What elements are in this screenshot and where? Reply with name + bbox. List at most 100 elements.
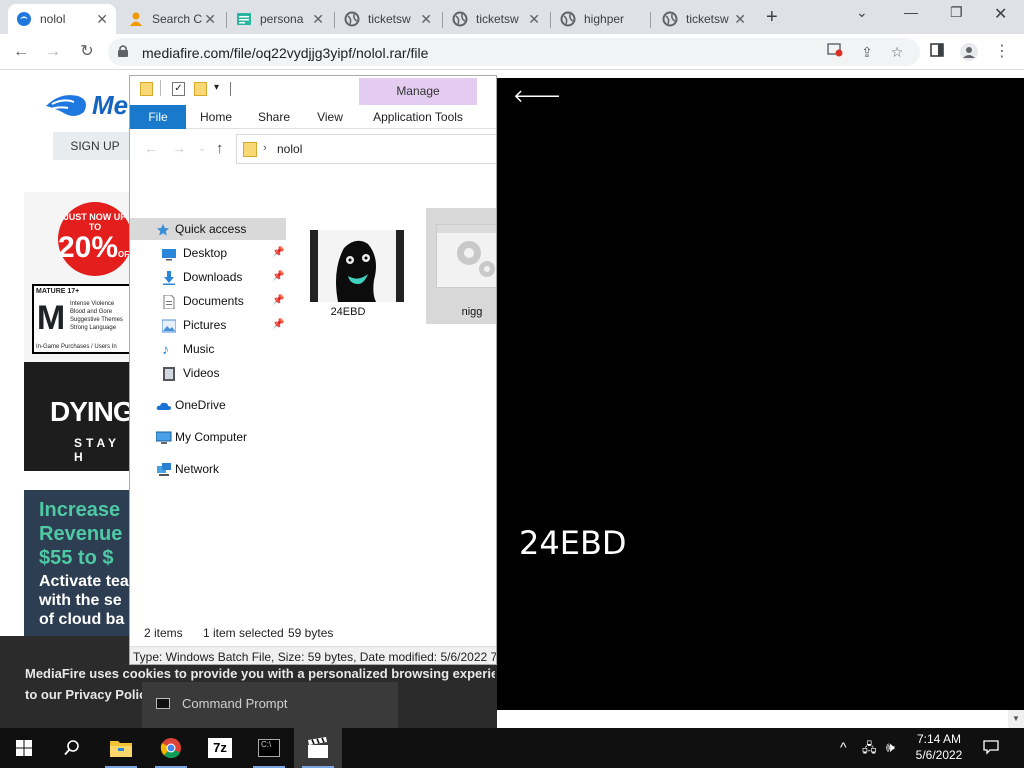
file-explorer-window[interactable]: ✓ ▾ Manage File Home Share View Applicat…	[129, 75, 497, 665]
browser-tab-tickets-3[interactable]: ticketsw ✕	[654, 4, 754, 34]
nav-item-downloads[interactable]: Downloads 📌	[130, 266, 286, 288]
status-selected-count: 1 item selected	[203, 626, 284, 640]
bookmark-star-icon[interactable]: ☆	[888, 43, 906, 61]
close-tab-icon[interactable]: ✕	[312, 11, 324, 28]
ribbon-tab-file[interactable]: File	[130, 105, 186, 129]
mediafire-logo[interactable]: Me	[44, 90, 134, 124]
pin-icon[interactable]: 📌	[272, 290, 284, 312]
ribbon-tab-share[interactable]: Share	[250, 105, 298, 129]
close-window-button[interactable]: ✕	[994, 4, 1007, 24]
taskbar-thumbnail-command-prompt[interactable]: Command Prompt	[142, 682, 398, 728]
preview-file-title: 24EBD	[519, 524, 627, 562]
game-advertisement[interactable]: JUST NOW UP TO 20%OFF MATURE 17+ M Inten…	[24, 192, 134, 471]
7zip-icon: 7z	[208, 738, 232, 758]
folder-icon[interactable]	[140, 82, 153, 96]
signup-button[interactable]: SIGN UP	[53, 132, 137, 160]
blocked-popup-icon[interactable]	[826, 43, 844, 61]
browser-tab-tickets-1[interactable]: ticketsw ✕	[336, 4, 440, 34]
profile-avatar-icon[interactable]	[960, 43, 978, 61]
minimize-button[interactable]: —	[904, 4, 918, 20]
nav-item-desktop[interactable]: Desktop 📌	[130, 242, 286, 264]
explorer-back-icon[interactable]: ←	[144, 140, 158, 156]
up-arrow-icon[interactable]: ↑	[216, 140, 224, 157]
network-tray-icon[interactable]: 🖧	[862, 739, 877, 761]
pin-icon[interactable]: 📌	[272, 314, 284, 336]
back-button[interactable]: ←	[10, 41, 32, 63]
close-tab-icon[interactable]: ✕	[420, 11, 432, 28]
browser-tab-nolol[interactable]: nolol ✕	[8, 4, 116, 34]
taskbar-clock[interactable]: 7:14 AM 5/6/2022	[906, 731, 972, 763]
ribbon-tab-home[interactable]: Home	[192, 105, 240, 129]
share-icon[interactable]: ⇪	[858, 43, 876, 61]
nav-item-my-computer[interactable]: My Computer	[130, 426, 286, 448]
show-hidden-icons-chevron-icon[interactable]: ^	[840, 739, 847, 755]
tab-title: persona	[260, 12, 304, 26]
taskbar-file-explorer[interactable]	[97, 728, 145, 768]
ribbon-tab-application-tools[interactable]: Application Tools	[362, 105, 474, 129]
person-favicon-icon	[128, 11, 144, 27]
close-tab-icon[interactable]: ✕	[528, 11, 540, 28]
nav-item-music[interactable]: ♪ Music	[130, 338, 286, 360]
nav-item-pictures[interactable]: Pictures 📌	[130, 314, 286, 336]
preview-back-arrow-icon[interactable]: 🡐	[513, 86, 561, 107]
nav-item-network[interactable]: Network	[130, 458, 286, 480]
close-tab-icon[interactable]: ✕	[204, 11, 216, 28]
nav-item-label: Quick access	[175, 222, 247, 236]
file-item-video[interactable]: 24EBD	[302, 208, 404, 324]
nav-item-documents[interactable]: Documents 📌	[130, 290, 286, 312]
media-preview-window[interactable]: 🡐 24EBD	[497, 78, 1024, 710]
nav-item-onedrive[interactable]: OneDrive	[130, 394, 286, 416]
navigation-pane: Quick access Desktop 📌 Downloads 📌 Docum…	[130, 216, 290, 496]
ad-game-subtitle: STAY H	[74, 436, 120, 464]
recent-locations-chevron-icon[interactable]: ⌄	[198, 143, 206, 154]
new-tab-button[interactable]: +	[766, 6, 778, 29]
browser-tab-highper[interactable]: highper	[552, 4, 648, 34]
restore-button[interactable]: ❐	[950, 4, 963, 21]
ribbon-tab-view[interactable]: View	[306, 105, 354, 129]
taskbar-command-prompt[interactable]: C:\	[245, 728, 293, 768]
side-panel-icon[interactable]	[928, 43, 946, 61]
taskbar-chrome[interactable]	[147, 728, 195, 768]
sale-percent-text: 20%	[58, 231, 119, 264]
tab-title: Search C	[152, 12, 202, 26]
start-button[interactable]	[0, 728, 48, 768]
close-tab-icon[interactable]: ✕	[96, 11, 108, 28]
new-folder-icon[interactable]	[194, 82, 207, 96]
browser-tab-search[interactable]: Search C ✕	[120, 4, 224, 34]
ad-headline-line: Revenue	[39, 523, 123, 545]
manage-contextual-tab[interactable]: Manage	[359, 78, 477, 105]
ad-game-title: DYINGL	[50, 396, 134, 427]
cloud-advertisement[interactable]: Increase Revenue $55 to $ Activate tea w…	[24, 490, 134, 638]
breadcrumb-current[interactable]: nolol	[277, 142, 302, 156]
browser-tab-persona[interactable]: persona ✕	[228, 4, 332, 34]
search-button[interactable]	[48, 728, 96, 768]
menu-kebab-icon[interactable]: ⋮	[993, 43, 1011, 61]
file-item-batch[interactable]: nigg	[426, 208, 496, 324]
breadcrumb-chevron-icon[interactable]: ›	[263, 142, 267, 154]
forward-button[interactable]: →	[42, 41, 64, 63]
nav-item-videos[interactable]: Videos	[130, 362, 286, 384]
scroll-down-arrow-icon[interactable]: ▼	[1008, 710, 1024, 728]
lock-icon[interactable]	[118, 45, 128, 57]
mediafire-logo-text: Me	[92, 90, 129, 120]
volume-icon[interactable]: 🕪	[886, 739, 895, 756]
tab-search-chevron-icon[interactable]: ⌄	[856, 4, 868, 21]
close-tab-icon[interactable]: ✕	[734, 11, 746, 28]
address-bar[interactable]: mediafire.com/file/oq22vydjjg3yipf/nolol…	[108, 38, 920, 66]
notifications-icon[interactable]	[983, 739, 999, 758]
properties-check-icon[interactable]: ✓	[172, 82, 185, 96]
explorer-forward-icon[interactable]: →	[172, 140, 186, 156]
taskbar-7zip[interactable]: 7z	[196, 728, 244, 768]
reload-button[interactable]: ↻	[76, 41, 98, 63]
pin-icon[interactable]: 📌	[272, 242, 284, 264]
explorer-address-bar[interactable]: › nolol	[236, 134, 496, 164]
address-row: ← → ⌄ ↑ › nolol	[130, 132, 496, 166]
qat-dropdown-icon[interactable]: ▾	[214, 82, 219, 93]
nav-item-quick-access[interactable]: Quick access	[130, 218, 286, 240]
taskbar-photos[interactable]	[294, 728, 342, 768]
browser-tab-tickets-2[interactable]: ticketsw ✕	[444, 4, 548, 34]
pin-icon[interactable]: 📌	[272, 266, 284, 288]
mediafire-favicon-icon	[16, 11, 32, 27]
tab-title: ticketsw	[476, 12, 519, 26]
esrb-rating-box: MATURE 17+ M Intense Violence Blood and …	[32, 284, 132, 354]
